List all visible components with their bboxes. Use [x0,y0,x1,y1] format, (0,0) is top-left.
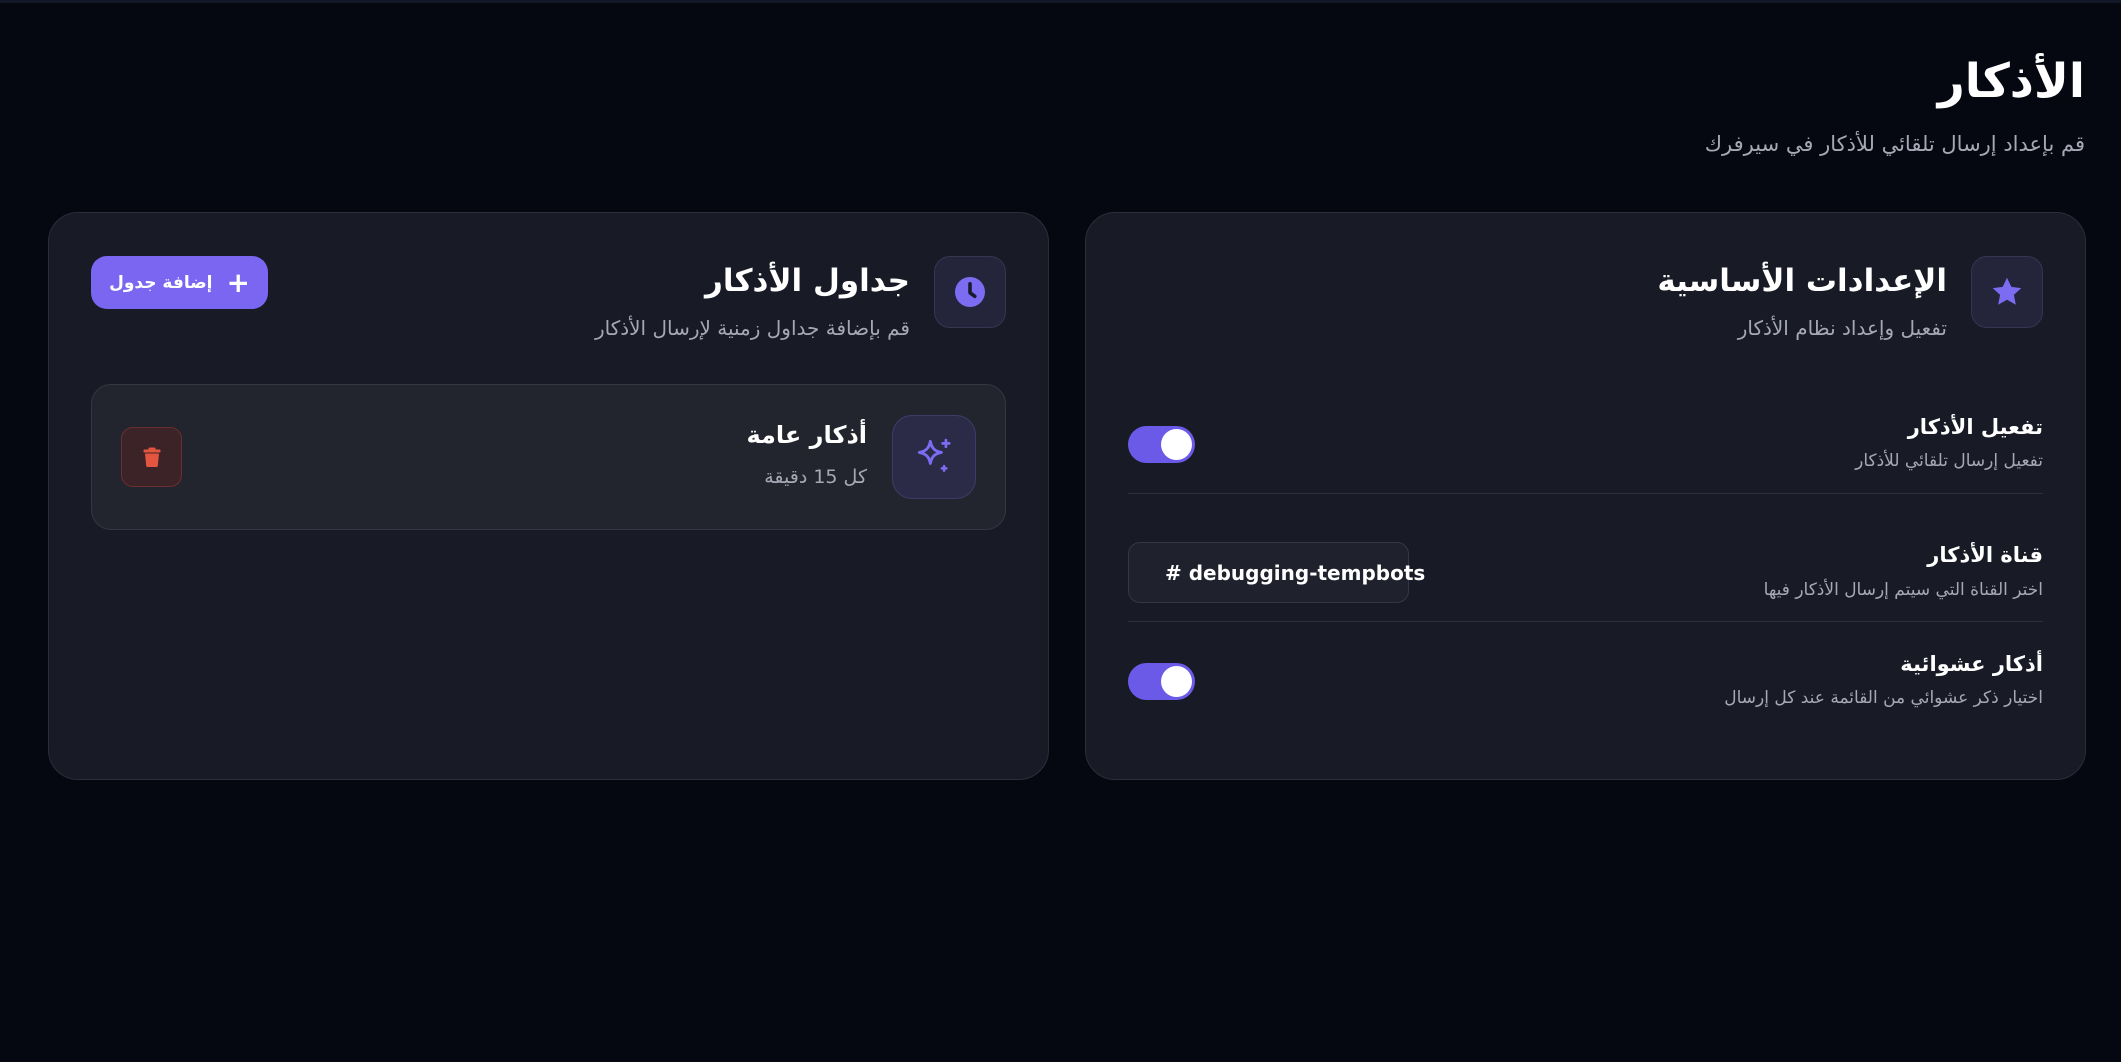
random-azkar-toggle[interactable] [1128,663,1195,700]
toggle-knob [1161,666,1192,697]
basic-settings-description: تفعيل وإعداد نظام الأذكار [1737,316,1947,340]
schedule-name: أذكار عامة [746,421,867,449]
enable-azkar-hint: تفعيل إرسال تلقائي للأذكار [1855,451,2043,471]
page-subtitle: قم بإعداد إرسال تلقائي للأذكار في سيرفرك [1704,132,2085,156]
basic-settings-card: الإعدادات الأساسية تفعيل وإعداد نظام الأ… [1085,212,2086,780]
azkar-channel-value: # debugging-tempbots [1165,560,1426,585]
random-azkar-label: أذكار عشوائية [1900,652,2043,676]
toggle-knob [1161,429,1192,460]
azkar-channel-select[interactable]: # debugging-tempbots [1128,542,1425,603]
schedules-title: جداول الأذكار [705,263,910,299]
enable-azkar-toggle[interactable] [1128,426,1195,463]
azkar-channel-hint: اختر القناة التي سيتم إرسال الأذكار فيها [1763,580,2043,600]
random-azkar-hint: اختيار ذكر عشوائي من القائمة عند كل إرسا… [1724,688,2043,708]
enable-azkar-row: تفعيل الأذكار تفعيل إرسال تلقائي للأذكار [1128,393,2043,494]
random-azkar-row: أذكار عشوائية اختيار ذكر عشوائي من القائ… [1128,622,2043,732]
star-icon [1971,256,2043,328]
add-schedule-label: إضافة جدول [109,272,213,293]
sparkle-icon [892,415,976,499]
page-title: الأذكار [1937,54,2085,109]
schedules-card: جداول الأذكار قم بإضافة جداول زمنية لإرس… [48,212,1049,780]
plus-icon: + [226,265,250,299]
add-schedule-button[interactable]: + إضافة جدول [91,256,268,309]
azkar-page: الأذكار قم بإعداد إرسال تلقائي للأذكار ف… [0,0,2121,1062]
trash-icon [143,447,160,467]
azkar-channel-label: قناة الأذكار [1927,543,2043,567]
basic-settings-title: الإعدادات الأساسية [1657,263,1947,299]
enable-azkar-label: تفعيل الأذكار [1907,415,2043,439]
delete-schedule-button[interactable] [121,427,182,487]
schedule-item[interactable]: أذكار عامة كل 15 دقيقة [91,384,1006,530]
azkar-channel-row: قناة الأذكار اختر القناة التي سيتم إرسال… [1128,494,2043,622]
schedules-description: قم بإضافة جداول زمنية لإرسال الأذكار [594,316,910,340]
clock-icon [934,256,1006,328]
schedule-interval: كل 15 دقيقة [764,466,867,488]
